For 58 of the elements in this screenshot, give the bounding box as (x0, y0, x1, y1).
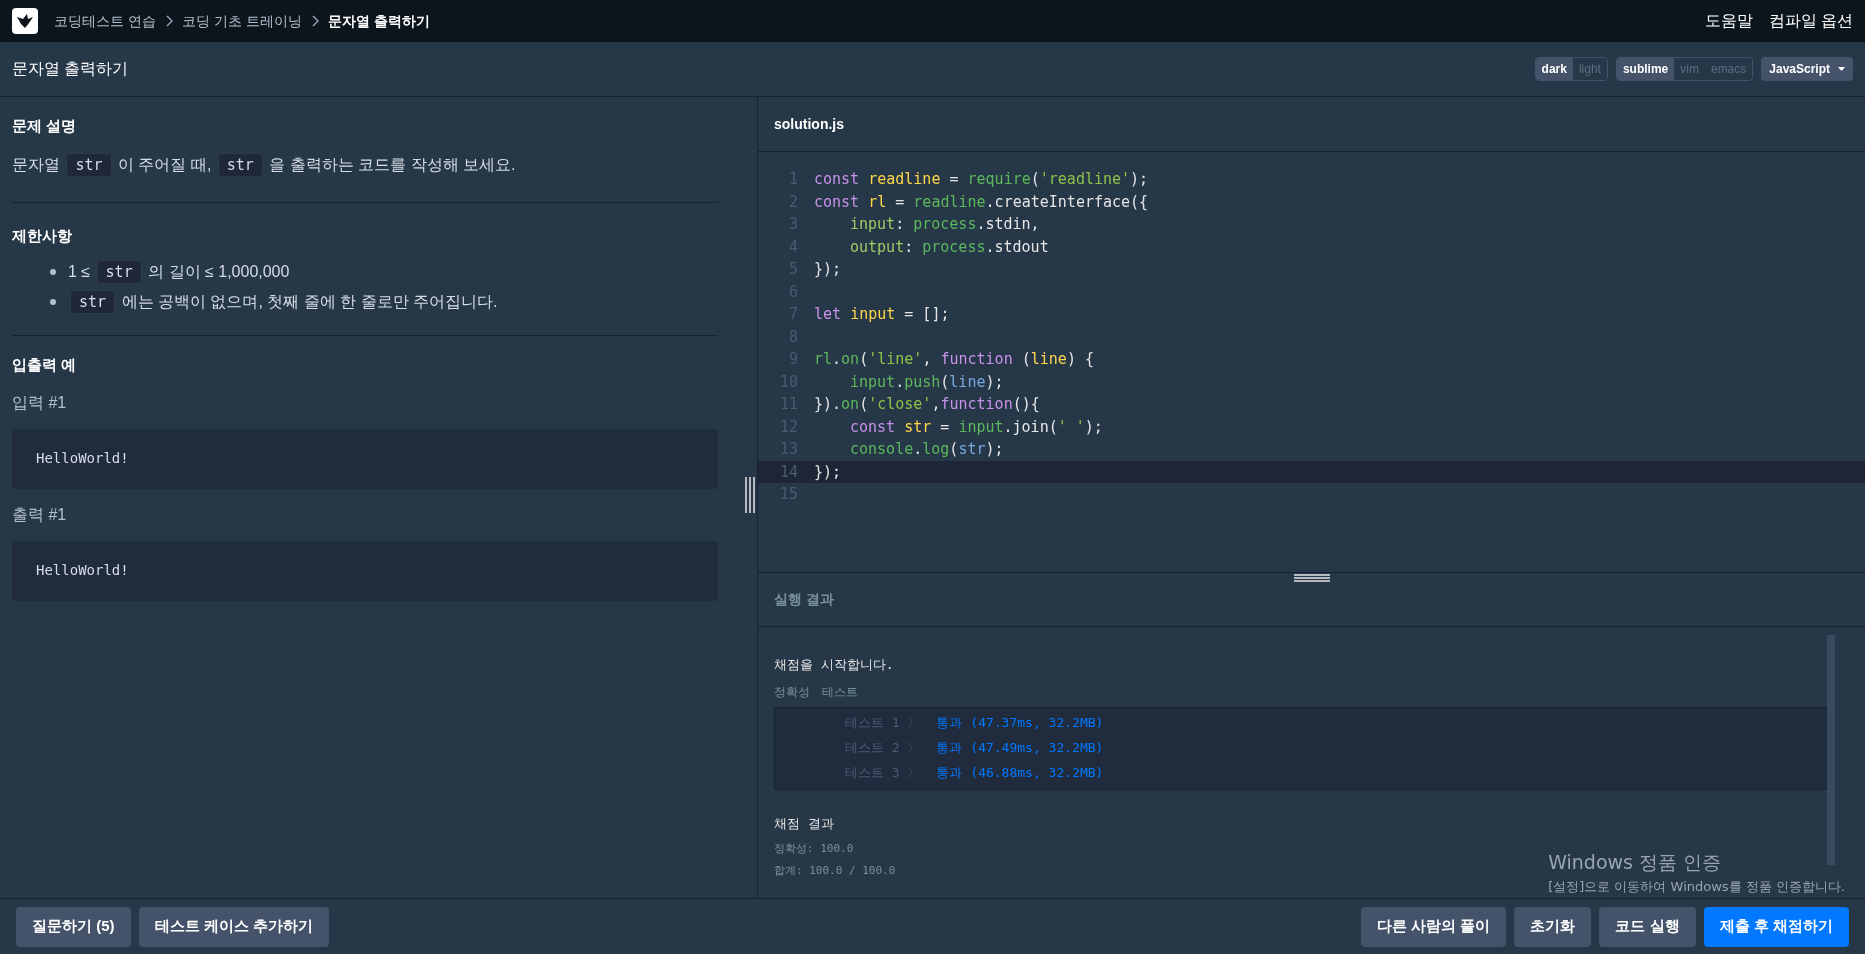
code-line: output: process.stdout (849, 236, 1049, 258)
action-button[interactable]: 테스트 케이스 추가하기 (138, 906, 329, 947)
group-label: 테스트 (822, 683, 858, 701)
code-line: }); (814, 461, 842, 483)
example-code-block: HelloWorld! (12, 540, 718, 601)
language-dropdown[interactable]: JavaScript (1761, 57, 1853, 81)
breadcrumb-link[interactable]: 문자열 출력하기 (327, 10, 430, 32)
summary-line: 합계: 100.0 / 100.0 (774, 863, 896, 879)
action-button[interactable]: 제출 후 채점하기 (1703, 906, 1849, 947)
constraint-text: 1 ≤ str 의 길이 ≤ 1,000,000 (68, 257, 290, 287)
section-heading: 문제 설명 (12, 116, 78, 136)
breadcrumb-link[interactable]: 코딩 기초 트레이닝 (181, 10, 302, 32)
action-button[interactable]: 다른 사람의 풀이 (1361, 906, 1507, 947)
code-line: const readline = require('readline'); (814, 169, 1149, 190)
summary-heading: 채점 결과 (774, 814, 835, 833)
constraint-text: str 에는 공백이 없으며, 첫째 줄에 한 줄로만 주어집니다. (68, 287, 498, 317)
code-line: }).on('close',function(){ (814, 394, 1040, 415)
example-code-block: HelloWorld! (12, 428, 718, 489)
section-heading: 입출력 예 (12, 355, 78, 375)
line-number: 14 (778, 461, 798, 483)
bullet-icon (50, 269, 56, 275)
nav-link[interactable]: 컴파일 옵션 (1768, 9, 1853, 33)
test-result: 통과 (46.88ms, 32.2MB) (936, 764, 1104, 783)
code-line: const str = input.join(' '); (849, 416, 1103, 438)
code-line: const rl = readline.createInterface({ (814, 191, 1149, 213)
activation-title: Windows 정품 인증 (1548, 850, 1723, 875)
toggle-option[interactable]: dark (1535, 58, 1573, 80)
example-label: 입력 #1 (12, 392, 68, 413)
group-label: 정확성 (774, 683, 810, 701)
breadcrumb-link[interactable]: 코딩테스트 연습 (54, 10, 156, 32)
code-line: input.push(line); (849, 371, 1004, 393)
scrollbar[interactable] (1827, 635, 1835, 865)
code-line: input: process.stdin, (849, 214, 1040, 235)
action-button[interactable]: 코드 실행 (1599, 906, 1696, 947)
summary-line: 정확성: 100.0 (774, 841, 854, 857)
toggle-option[interactable]: sublime (1616, 58, 1675, 80)
code-line: console.log(str); (849, 439, 1004, 460)
drag-handle-icon (1293, 574, 1330, 582)
example-label: 출력 #1 (12, 504, 68, 525)
results-heading: 실행 결과 (774, 590, 834, 609)
code-line: rl.on('line', function (line) { (814, 349, 1094, 370)
action-button[interactable]: 질문하기 (5) (16, 906, 131, 947)
test-result: 통과 (47.37ms, 32.2MB) (936, 714, 1104, 733)
action-button[interactable]: 초기화 (1514, 906, 1592, 947)
caret-icon (1838, 67, 1845, 71)
problem-description: 문자열 str 이 주어질 때, str 을 출력하는 코드를 작성해 보세요. (12, 149, 745, 180)
section-heading: 제한사항 (12, 225, 73, 246)
nav-link[interactable]: 도움말 (1704, 9, 1753, 33)
code-line: let input = []; (814, 304, 950, 325)
resize-handle-icon (745, 477, 755, 513)
bullet-icon (50, 299, 56, 305)
file-name: solution.js (774, 114, 844, 134)
activation-message: [설정]으로 이동하여 Windows를 정품 인증합니다. (1548, 877, 1845, 896)
code-line: }); (814, 259, 842, 280)
bird-logo-icon[interactable] (12, 8, 38, 34)
page-title: 문자열 출력하기 (12, 59, 129, 79)
grading-message: 채점을 시작합니다. (774, 656, 895, 674)
test-result: 통과 (47.49ms, 32.2MB) (936, 739, 1104, 758)
